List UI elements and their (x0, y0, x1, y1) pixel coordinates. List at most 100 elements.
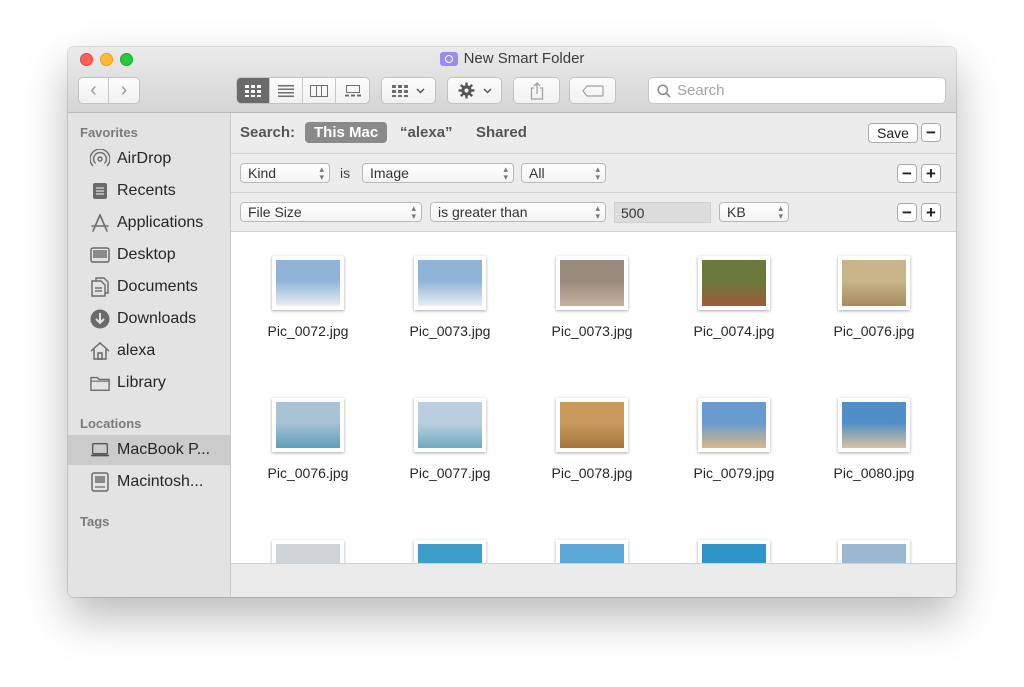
forward-button[interactable]: › (109, 78, 139, 103)
locations-heading: Locations (80, 416, 142, 431)
image-thumbnail (838, 398, 910, 452)
list-view-button[interactable] (270, 78, 303, 103)
sidebar-item-label: MacBook P... (117, 441, 211, 458)
sidebar-item-downloads[interactable]: Downloads (68, 304, 230, 334)
search-field[interactable] (648, 77, 946, 104)
file-item[interactable]: Pic_0079.jpg (664, 374, 804, 504)
sidebar-item-macbook[interactable]: MacBook P... (68, 435, 230, 465)
image-thumbnail (698, 540, 770, 563)
file-item[interactable]: Pic_0077.jpg (380, 374, 520, 504)
file-item[interactable]: Pic_0073.jpg (522, 232, 662, 362)
tags-heading: Tags (80, 514, 110, 529)
sidebar-item-label: Desktop (117, 246, 176, 263)
thumbnail-image (276, 260, 340, 306)
image-thumbnail (272, 398, 344, 452)
kind-value: Image (370, 165, 409, 181)
file-item[interactable]: Pic_0072.jpg (238, 232, 378, 362)
file-item[interactable] (238, 516, 378, 563)
attribute-popup[interactable]: File Size ▴ ▾ (240, 202, 422, 222)
smart-folder-icon (439, 51, 458, 66)
image-thumbnail (414, 256, 486, 310)
home-icon (90, 341, 110, 361)
sidebar-item-airdrop[interactable]: AirDrop (68, 144, 230, 174)
thumbnail-image (702, 260, 766, 306)
gallery-view-icon (344, 84, 361, 96)
thumbnail-image (842, 260, 906, 306)
sidebar-item-recents[interactable]: Recents (68, 176, 230, 206)
remove-criterion-button[interactable]: − (897, 203, 917, 222)
thumbnail-image (560, 402, 624, 448)
sidebar-item-label: Macintosh... (117, 473, 204, 490)
updown-arrows-icon: ▴ ▾ (319, 164, 324, 182)
subkind-popup[interactable]: All ▴ ▾ (521, 163, 606, 183)
operator-popup[interactable]: is greater than ▴ ▾ (430, 202, 606, 222)
file-item[interactable] (664, 516, 804, 563)
search-label: Search: (240, 124, 296, 141)
thumbnail-image (560, 260, 624, 306)
file-item[interactable]: Pic_0080.jpg (804, 374, 944, 504)
operator-text: is (340, 165, 351, 181)
sidebar-item-label: AirDrop (117, 150, 172, 167)
folder-icon (90, 373, 110, 393)
scope-this-mac[interactable]: This Mac (305, 122, 388, 143)
group-by-button[interactable] (381, 77, 436, 104)
file-item[interactable]: Pic_0078.jpg (522, 374, 662, 504)
airdrop-icon (90, 149, 110, 169)
file-item[interactable] (804, 516, 944, 563)
view-mode-control (236, 77, 370, 104)
sidebar-item-applications[interactable]: Applications (68, 208, 230, 238)
file-name: Pic_0073.jpg (551, 323, 633, 339)
image-thumbnail (698, 256, 770, 310)
back-button[interactable]: ‹ (79, 78, 109, 103)
sidebar-item-documents[interactable]: Documents (68, 272, 230, 302)
sidebar-item-desktop[interactable]: Desktop (68, 240, 230, 270)
sidebar-item-label: Recents (117, 182, 176, 199)
file-item[interactable] (380, 516, 520, 563)
sidebar-item-home[interactable]: alexa (68, 336, 230, 366)
add-criterion-button[interactable]: + (921, 164, 941, 183)
save-button[interactable]: Save (868, 123, 918, 143)
add-criterion-button[interactable]: + (921, 203, 941, 222)
file-name: Pic_0072.jpg (267, 323, 349, 339)
thumbnail-image (276, 402, 340, 448)
updown-arrows-icon: ▴ ▾ (503, 164, 508, 182)
subkind-value: All (529, 165, 545, 181)
gear-icon (458, 82, 474, 99)
remove-criterion-button[interactable]: − (897, 164, 917, 183)
file-item[interactable]: Pic_0074.jpg (664, 232, 804, 362)
icon-view-button[interactable] (237, 78, 270, 103)
share-button[interactable] (513, 77, 560, 104)
updown-arrows-icon: ▴ ▾ (595, 203, 600, 221)
thumbnail-image (842, 402, 906, 448)
gallery-view-button[interactable] (336, 78, 369, 103)
file-name: Pic_0077.jpg (409, 465, 491, 481)
file-name: Pic_0076.jpg (267, 465, 349, 481)
chevron-down-icon (416, 87, 425, 94)
remove-search-button[interactable]: − (921, 123, 941, 142)
file-item[interactable]: Pic_0073.jpg (380, 232, 520, 362)
size-value-field[interactable]: 500 (614, 202, 711, 223)
tag-icon (581, 84, 604, 97)
action-menu-button[interactable] (447, 77, 502, 104)
kind-popup[interactable]: Image ▴ ▾ (362, 163, 514, 183)
file-name: Pic_0079.jpg (693, 465, 775, 481)
finder-window: New Smart Folder ‹ › Search Favorites Ai… (68, 47, 956, 597)
unit-popup[interactable]: KB ▴ ▾ (719, 202, 789, 222)
group-grid-icon (392, 84, 408, 97)
tags-button[interactable] (569, 77, 616, 104)
search-input[interactable] (677, 82, 917, 99)
window-title: New Smart Folder (68, 50, 956, 67)
nav-buttons: ‹ › (78, 77, 140, 104)
sidebar-item-macintosh-hd[interactable]: Macintosh... (68, 467, 230, 497)
thumbnail-image (418, 260, 482, 306)
scope-shared[interactable]: Shared (476, 124, 527, 141)
file-item[interactable]: Pic_0076.jpg (804, 232, 944, 362)
scope-alexa[interactable]: “alexa” (400, 124, 453, 141)
column-view-button[interactable] (303, 78, 336, 103)
attribute-popup[interactable]: Kind ▴ ▾ (240, 163, 330, 183)
file-item[interactable] (522, 516, 662, 563)
sidebar-item-library[interactable]: Library (68, 368, 230, 398)
file-item[interactable]: Pic_0076.jpg (238, 374, 378, 504)
column-view-icon (310, 84, 328, 97)
thumbnail-image (418, 544, 482, 563)
